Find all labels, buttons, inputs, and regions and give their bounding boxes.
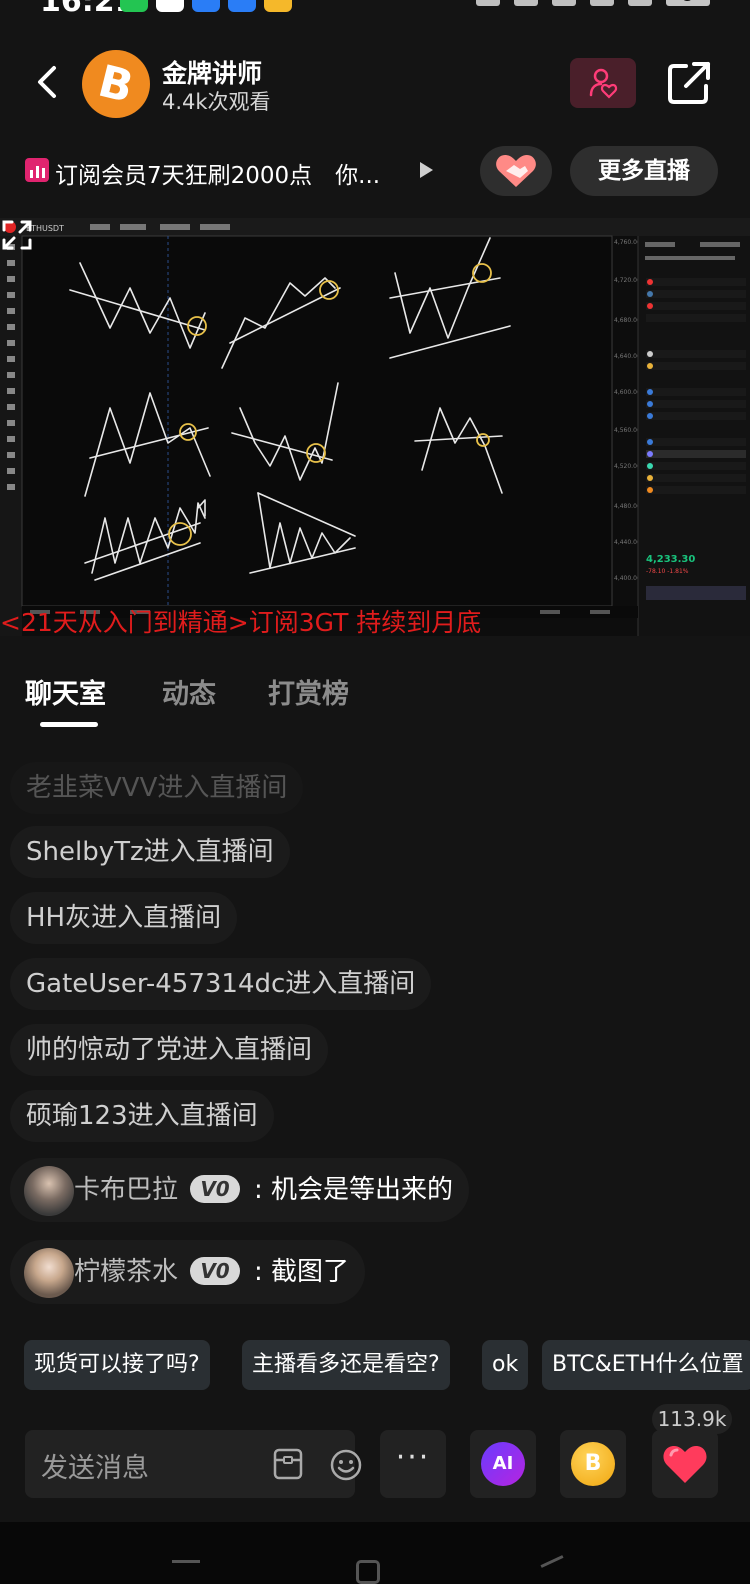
svg-text:4,640.00: 4,640.00 [614, 353, 641, 360]
play-icon[interactable] [420, 162, 433, 178]
tab-chatroom[interactable]: 聊天室 [25, 672, 106, 711]
eth-price: 4,233.30 [646, 554, 695, 565]
like-button[interactable] [652, 1430, 718, 1498]
list-item: GateUser-457314dc进入直播间 [10, 958, 432, 1010]
message-input[interactable]: 发送消息 [25, 1430, 362, 1498]
status-bar: 16:21 5 [0, 0, 750, 22]
list-item: HH灰进入直播间 [10, 892, 238, 944]
vip-level-badge: V0 [190, 1174, 241, 1203]
chat-text: 机会是等出来的 [271, 1175, 454, 1205]
ai-icon: AI [481, 1442, 525, 1486]
quick-reply-chip[interactable]: BTC&ETH什么位置 [542, 1340, 750, 1390]
svg-text:4,600.00: 4,600.00 [614, 389, 641, 396]
ai-assistant-button[interactable]: AI [470, 1430, 536, 1498]
heart-icon [663, 1446, 707, 1483]
avatar[interactable] [24, 1166, 74, 1216]
bitcoin-coin-icon: B [571, 1442, 615, 1486]
chat-message: 卡布巴拉 V0: 机会是等出来的 [10, 1158, 470, 1222]
home-nav-icon[interactable] [356, 1560, 380, 1584]
avatar[interactable] [24, 1248, 74, 1298]
quick-reply-row: 现货可以接了吗? 主播看多还是看空? ok BTC&ETH什么位置 [24, 1340, 750, 1392]
chat-text: 截图了 [271, 1257, 350, 1287]
svg-text:4,680.00: 4,680.00 [614, 317, 641, 324]
host-avatar[interactable]: B [82, 50, 150, 118]
svg-text:4,440.00: 4,440.00 [614, 539, 641, 546]
vip-level-badge: V0 [190, 1256, 241, 1285]
promo-banner-text[interactable]: 订阅会员7天狂刷2000点 你... [55, 156, 380, 190]
live-header: B 金牌讲师 4.4k次观看 [0, 48, 750, 120]
menu-nav-icon[interactable] [172, 1560, 200, 1563]
list-item: 老韭菜VVV进入直播间 [10, 762, 304, 814]
chart-bars-icon [25, 158, 49, 182]
status-app-icons [120, 0, 292, 12]
quick-reply-chip[interactable]: 主播看多还是看空? [242, 1340, 450, 1390]
more-options-button[interactable]: ··· [380, 1430, 446, 1498]
chat-username[interactable]: 柠檬茶水 [74, 1257, 178, 1287]
svg-text:4,760.00: 4,760.00 [614, 239, 641, 246]
quick-reply-chip[interactable]: ok [482, 1340, 529, 1390]
tab-reward-ranking[interactable]: 打赏榜 [268, 672, 349, 711]
chat-username[interactable]: 卡布巴拉 [74, 1175, 178, 1205]
svg-text:4,720.00: 4,720.00 [614, 277, 641, 284]
bitcoin-icon: B [93, 55, 139, 113]
svg-text:4,520.00: 4,520.00 [614, 463, 641, 470]
system-navigation-bar [0, 1522, 750, 1584]
list-item: 帅的惊动了党进入直播间 [10, 1024, 329, 1076]
handshake-heart-icon [496, 155, 536, 187]
viewer-count: 4.4k次观看 [162, 90, 271, 114]
scrolling-marquee: <21天从入门到精通>订阅3GT 持续到月底 [0, 608, 482, 636]
fullscreen-icon[interactable] [0, 218, 34, 252]
tab-activity[interactable]: 动态 [162, 672, 216, 711]
promo-row: 订阅会员7天狂刷2000点 你... 更多直播 [0, 146, 750, 198]
back-nav-icon[interactable] [540, 1555, 564, 1568]
bottom-action-bar: 发送消息 ··· AI B [0, 1430, 750, 1500]
quick-reply-chip[interactable]: 现货可以接了吗? [24, 1340, 210, 1390]
emoji-icon[interactable] [329, 1448, 363, 1482]
more-live-button[interactable]: 更多直播 [570, 146, 718, 196]
battery-icon: 5 [666, 0, 710, 6]
coin-tip-button[interactable]: B [560, 1430, 626, 1498]
svg-text:4,480.00: 4,480.00 [614, 503, 641, 510]
chat-message: 柠檬茶水 V0: 截图了 [10, 1240, 366, 1304]
follow-button[interactable] [570, 58, 636, 108]
list-item: ShelbyTz进入直播间 [10, 826, 290, 878]
gallery-icon[interactable] [273, 1448, 303, 1480]
chat-colon: : [254, 1175, 272, 1205]
back-icon[interactable] [28, 62, 68, 102]
eth-change: -78.10 -1.81% [646, 568, 689, 575]
share-icon[interactable] [666, 60, 712, 106]
active-tab-indicator [40, 722, 98, 727]
follow-heart-user-icon [589, 68, 618, 99]
chat-colon: : [254, 1257, 272, 1287]
live-video[interactable]: ETHUSDT 4,760.00 4,720.00 4,680.00 4,640.00… [0, 218, 750, 636]
trading-chart-stream: ETHUSDT 4,760.004,720.004,680.004,640.00… [0, 218, 750, 636]
status-indicators: 5 [476, 0, 710, 6]
svg-text:4,560.00: 4,560.00 [614, 427, 641, 434]
host-name[interactable]: 金牌讲师 [162, 54, 262, 90]
content-tabs: 聊天室 动态 打赏榜 [0, 668, 750, 728]
message-input-placeholder: 发送消息 [41, 1453, 149, 1484]
svg-text:4,400.00: 4,400.00 [614, 575, 641, 582]
list-item: 硕瑜123进入直播间 [10, 1090, 274, 1142]
handshake-gift-button[interactable] [480, 146, 552, 196]
